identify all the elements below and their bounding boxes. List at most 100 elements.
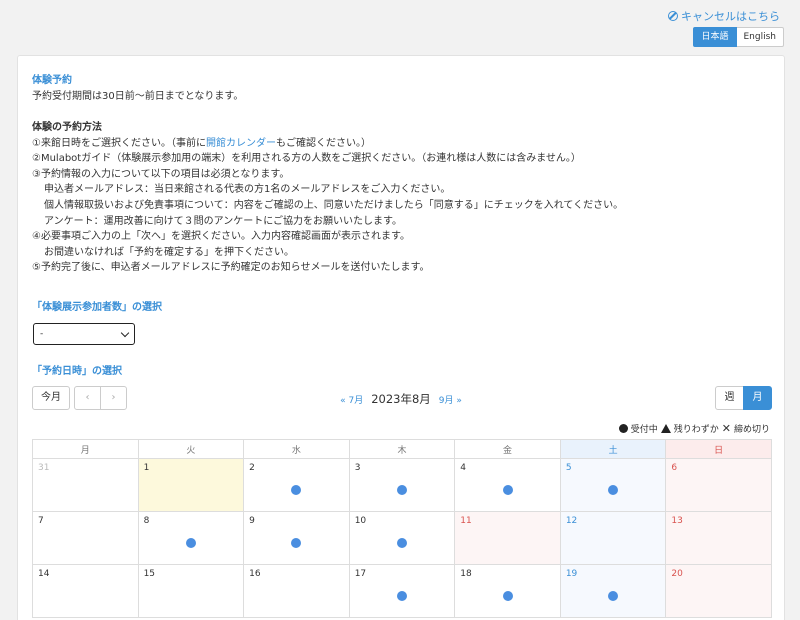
calendar-day-cell[interactable]: 18 (454, 564, 561, 618)
weekday-wed: 水 (243, 439, 350, 459)
cancel-link[interactable]: キャンセルはこちら (668, 8, 780, 24)
weekday-header: 月 火 水 木 金 土 日 (32, 439, 772, 459)
method-block: 体験の予約方法 ①来館日時をご選択ください。（事前に開館カレンダーもご確認くださ… (32, 120, 623, 276)
day-number: 31 (38, 463, 50, 473)
weekday-tue: 火 (137, 439, 245, 459)
day-number: 9 (249, 516, 255, 526)
language-switcher: 日本語 English (693, 27, 784, 47)
step-1-text-end: もご確認ください。） (275, 137, 371, 149)
lang-en-button[interactable]: English (736, 27, 784, 47)
available-dot-icon[interactable] (502, 591, 513, 601)
participants-select[interactable]: - (33, 323, 135, 345)
calendar-day-cell[interactable]: 17 (348, 564, 456, 618)
step-3-survey: アンケート：運用改善に向けて３問のアンケートにご協力をお願いいたします。 (44, 215, 402, 227)
step-2: ②Mulabotガイド（体験展示参加用の端末）を利用される方の人数をご選択くださ… (32, 153, 581, 165)
calendar-day-cell: 14 (32, 564, 139, 618)
next-month-link[interactable]: 9月 » (439, 396, 462, 406)
calendar-day-cell: 13 (665, 511, 772, 565)
calendar-day-cell[interactable]: 2 (243, 458, 350, 512)
step-4: ④必要事項ご入力の上「次へ」を選択ください。入力内容確認画面が表示されます。 (32, 231, 410, 243)
step-4-confirm: お間違いなければ「予約を確定する」を押下ください。 (44, 246, 294, 258)
day-number: 15 (143, 569, 156, 579)
step-1: ①来館日時をご選択ください。（事前に開館カレンダーもご確認ください。） (32, 136, 623, 152)
calendar-week: 14 15 16 17 18 19 20 (32, 564, 772, 618)
day-number: 13 (671, 516, 683, 526)
available-dot-icon[interactable] (608, 591, 619, 601)
calendar-day-cell[interactable]: 9 (243, 511, 350, 565)
method-title: 体験の予約方法 (32, 122, 102, 133)
legend-open: 受付中 (630, 425, 658, 435)
weekday-mon: 月 (32, 439, 139, 459)
day-number: 1 (143, 463, 150, 473)
step-3-email: 申込者メールアドレス：当日来館される代表の方1名のメールアドレスをご入力ください… (44, 184, 451, 196)
available-dot-icon[interactable] (291, 538, 302, 548)
day-number: 12 (565, 516, 578, 526)
open-dot-icon (618, 424, 628, 433)
cross-icon: ✕ (721, 422, 731, 435)
period-text: 予約受付期間は30日前〜前日までとなります。 (32, 91, 244, 102)
available-dot-icon[interactable] (291, 485, 302, 495)
available-dot-icon[interactable] (502, 485, 513, 495)
day-number: 10 (354, 516, 367, 526)
step-3: ③予約情報の入力について以下の項目は必須となります。 (32, 168, 290, 180)
calendar-day-cell[interactable]: 4 (454, 458, 561, 512)
calendar-day-cell[interactable]: 3 (348, 458, 456, 512)
day-number: 16 (249, 569, 261, 579)
day-number: 20 (671, 569, 683, 579)
legend-closed: 締め切り (733, 425, 770, 435)
calendar-day-cell: 20 (665, 564, 772, 618)
calendar-day-cell: 31 (32, 458, 139, 512)
month-navigation: « 7月 2023年8月 9月 » (18, 391, 784, 407)
day-number: 4 (460, 463, 466, 473)
participants-title: 「体験展示参加者数」の選択 (32, 302, 162, 313)
day-number: 17 (354, 569, 367, 579)
calendar-day-cell[interactable]: 19 (559, 564, 667, 618)
calendar-day-cell: 12 (559, 511, 667, 565)
day-number: 19 (565, 569, 578, 579)
day-number: 5 (565, 463, 572, 473)
calendar-day-cell: 11 (454, 511, 561, 565)
calendar-day-cell[interactable]: 8 (137, 511, 245, 565)
weekday-sun: 日 (665, 439, 772, 459)
calendar-day-cell[interactable]: 5 (559, 458, 667, 512)
day-number: 11 (460, 516, 472, 526)
day-number: 6 (671, 463, 678, 473)
calendar-day-cell: 6 (665, 458, 772, 512)
lang-ja-button[interactable]: 日本語 (693, 27, 737, 47)
available-dot-icon[interactable] (185, 538, 196, 548)
calendar-day-cell: 15 (137, 564, 245, 618)
cancel-icon (668, 11, 678, 21)
step-3-privacy: 個人情報取扱いおよび免責事項について：内容をご確認の上、同意いただけましたら「同… (44, 199, 624, 211)
availability-legend: 受付中 残りわずか ✕ 締め切り (618, 422, 770, 435)
weekday-sat: 土 (559, 439, 667, 459)
triangle-icon (660, 424, 671, 433)
calendar-week: 7 8 9 10 11 12 13 (32, 511, 772, 565)
day-number: 3 (354, 463, 361, 473)
month-view-button[interactable]: 月 (743, 386, 772, 410)
day-number: 18 (460, 569, 472, 579)
calendar-week: 31 1 2 3 4 5 6 (32, 458, 772, 512)
reservation-title: 体験予約 (32, 75, 72, 86)
participants-selected-value: - (40, 329, 44, 339)
available-dot-icon[interactable] (396, 538, 407, 548)
prev-month-link[interactable]: « 7月 (340, 396, 363, 406)
date-title: 「予約日時」の選択 (32, 366, 122, 377)
step-5: ⑤予約完了後に、申込者メールアドレスに予約確定のお知らせメールを送付いたします。 (32, 262, 430, 274)
weekday-thu: 木 (348, 439, 456, 459)
cancel-link-label: キャンセルはこちら (681, 10, 780, 23)
calendar-day-cell[interactable]: 10 (348, 511, 456, 565)
week-view-button[interactable]: 週 (715, 386, 744, 410)
day-number: 14 (38, 569, 50, 579)
calendar-day-cell: 7 (32, 511, 139, 565)
reservation-card: 体験予約 予約受付期間は30日前〜前日までとなります。 体験の予約方法 ①来館日… (17, 55, 785, 620)
calendar-link[interactable]: 開館カレンダー (206, 138, 276, 149)
legend-few: 残りわずか (673, 425, 719, 435)
calendar-day-cell: 1 (137, 458, 245, 512)
available-dot-icon[interactable] (396, 591, 407, 601)
weekday-fri: 金 (454, 439, 561, 459)
day-number: 7 (38, 516, 44, 526)
available-dot-icon[interactable] (608, 485, 619, 495)
available-dot-icon[interactable] (396, 485, 407, 495)
month-calendar: 月 火 水 木 金 土 日 31 1 2 3 4 5 6 7 8 9 10 11 12 13 14 15 16 1… (32, 439, 772, 618)
current-month-label: 2023年8月 (371, 392, 431, 406)
